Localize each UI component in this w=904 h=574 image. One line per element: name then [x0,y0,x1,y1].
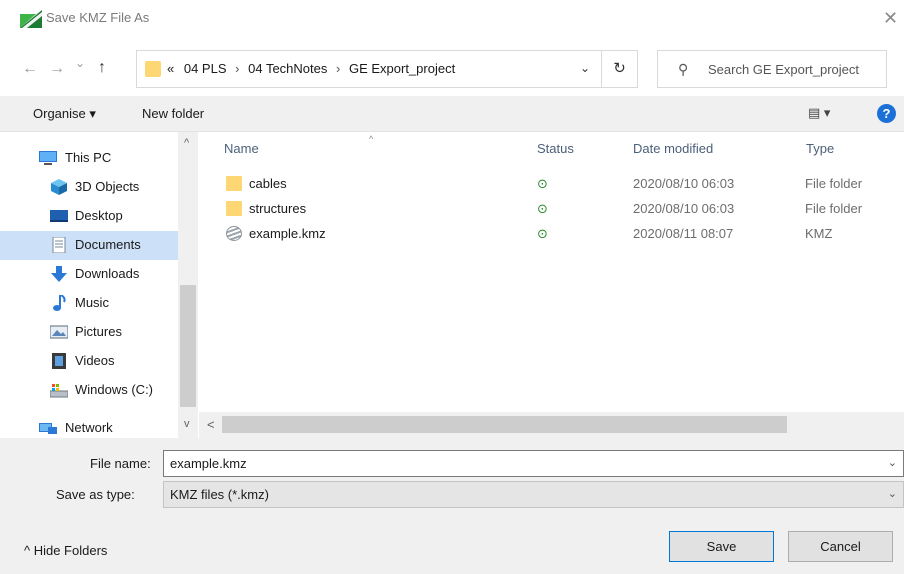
breadcrumb-item[interactable]: 04 PLS [184,61,227,76]
sidebar-item-videos[interactable]: Videos [0,347,178,376]
sidebar-item-label: Music [75,295,109,310]
file-date: 2020/08/11 08:07 [633,226,734,241]
file-name-value: example.kmz [170,456,247,471]
download-arrow-icon [51,266,67,282]
table-row[interactable]: example.kmz ⊙ 2020/08/11 08:07 KMZ [199,222,904,247]
sidebar-item-label: Desktop [75,208,123,223]
scroll-left-icon[interactable]: < [207,417,215,432]
chevron-down-icon[interactable]: ⌄ [888,456,897,469]
breadcrumb: « 04 PLS › 04 TechNotes › GE Export_proj… [167,61,455,76]
hide-folders-button[interactable]: ^ Hide Folders [24,543,107,558]
kmz-file-icon [226,226,242,241]
document-icon [52,237,66,253]
file-name: example.kmz [249,226,326,241]
folder-icon [226,201,242,216]
close-icon[interactable]: ✕ [883,8,898,28]
sort-ascending-icon: ^ [369,134,374,144]
chevron-right-icon[interactable]: › [235,61,239,76]
chevron-right-icon[interactable]: › [336,61,340,76]
horizontal-scroll-thumb[interactable] [222,416,787,433]
folder-icon [226,176,242,191]
drive-icon [50,384,68,398]
desktop-icon [50,210,68,222]
sidebar-item-downloads[interactable]: Downloads [0,260,178,289]
sidebar-item-this-pc[interactable]: This PC [0,144,178,173]
view-options-icon[interactable]: ▤ ▾ [808,105,830,121]
sidebar-item-label: Windows (C:) [75,382,154,397]
save-button[interactable]: Save [669,531,774,562]
sidebar-item-label: Pictures [75,324,122,339]
column-header-name[interactable]: Name [224,141,259,156]
overflow-crumbs-icon[interactable]: « [167,61,174,76]
column-header-date[interactable]: Date modified [633,141,713,156]
scroll-down-icon[interactable]: v [184,418,190,430]
file-date: 2020/08/10 06:03 [633,201,735,216]
folder-icon [145,61,161,77]
computer-icon [39,151,57,165]
sidebar-scroll-thumb[interactable] [180,285,196,407]
search-placeholder: Search GE Export_project [708,62,860,77]
sidebar-item-network[interactable]: Network [0,414,178,438]
sidebar-item-label: Downloads [75,266,140,281]
refresh-icon[interactable]: ↻ [602,50,638,88]
sidebar-item-documents[interactable]: Documents [0,231,178,260]
sidebar-item-windows-c[interactable]: Windows (C:) [0,376,178,405]
network-icon [39,423,57,434]
table-row[interactable]: cables ⊙ 2020/08/10 06:03 File folder [199,172,904,197]
sync-status-icon: ⊙ [537,226,548,241]
breadcrumb-item[interactable]: GE Export_project [349,61,455,76]
forward-icon[interactable]: → [49,60,65,78]
table-row[interactable]: structures ⊙ 2020/08/10 06:03 File folde… [199,197,904,222]
sidebar-item-label: This PC [65,150,112,165]
sidebar-item-label: Videos [75,353,115,368]
breadcrumb-item[interactable]: 04 TechNotes [248,61,327,76]
file-date: 2020/08/10 06:03 [633,176,735,191]
file-name-field[interactable]: example.kmz ⌄ [163,450,904,477]
file-name-label: File name: [90,456,151,471]
music-note-icon [53,295,66,311]
sidebar-item-label: Network [65,420,113,435]
new-folder-button[interactable]: New folder [142,106,204,121]
file-name: cables [249,176,287,191]
navigation-pane: This PC 3D Objects Desktop Documents Dow… [0,132,198,438]
recent-locations-icon[interactable]: ⌄ [75,56,85,70]
file-type: File folder [805,201,863,216]
sidebar-item-pictures[interactable]: Pictures [0,318,178,347]
save-as-type-label: Save as type: [56,487,135,502]
file-type: File folder [805,176,863,191]
up-icon[interactable]: ↑ [98,59,106,77]
sidebar-item-label: 3D Objects [75,179,140,194]
film-icon [52,353,66,369]
sidebar-item-3d-objects[interactable]: 3D Objects [0,173,178,202]
picture-icon [50,325,68,339]
toolbar: Organise ▾ New folder ▤ ▾ ? [0,96,904,132]
cancel-button[interactable]: Cancel [788,531,893,562]
window-title: Save KMZ File As [46,10,150,25]
column-header-type[interactable]: Type [806,141,834,156]
search-input[interactable]: ⚲ Search GE Export_project [657,50,887,88]
save-as-type-value: KMZ files (*.kmz) [170,487,269,502]
search-icon: ⚲ [678,61,689,77]
sync-status-icon: ⊙ [537,176,548,191]
address-bar[interactable]: « 04 PLS › 04 TechNotes › GE Export_proj… [136,50,602,88]
app-icon [20,10,42,28]
organise-button[interactable]: Organise ▾ [33,106,96,122]
file-type: KMZ [805,226,833,241]
save-as-type-select[interactable]: KMZ files (*.kmz) ⌄ [163,481,904,508]
sync-status-icon: ⊙ [537,201,548,216]
chevron-down-icon[interactable]: ⌄ [580,61,590,75]
help-icon[interactable]: ? [877,104,896,123]
cube-icon [51,179,67,195]
back-icon[interactable]: ← [22,60,38,78]
sidebar-item-label: Documents [75,237,141,252]
sidebar-item-music[interactable]: Music [0,289,178,318]
column-header-status[interactable]: Status [537,141,574,156]
file-name: structures [249,201,307,216]
title-bar: Save KMZ File As ✕ [0,0,904,38]
chevron-down-icon[interactable]: ⌄ [888,487,897,500]
scroll-up-icon[interactable]: ^ [184,137,189,149]
sidebar-item-desktop[interactable]: Desktop [0,202,178,231]
